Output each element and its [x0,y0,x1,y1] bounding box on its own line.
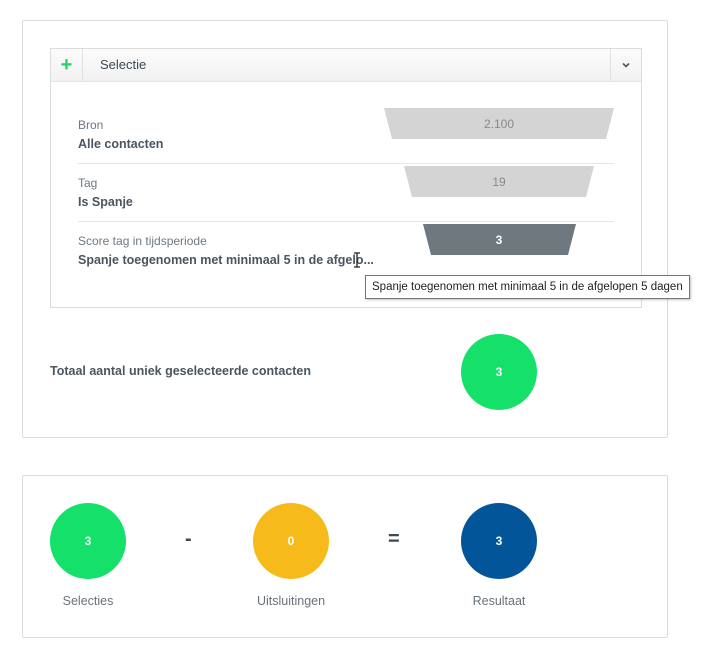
selection-header: + Selectie [51,49,641,82]
selections-label: Selecties [62,594,114,608]
exclusions-circle: 0 [253,503,329,579]
chevron-down-icon [622,62,630,68]
add-selection-button[interactable]: + [51,49,83,81]
funnel-count: 3 [496,233,503,247]
result-label: Resultaat [472,594,526,608]
exclusions-label: Uitsluitingen [256,594,326,608]
funnel-count: 2.100 [484,117,514,131]
summary-panel: 3 Selecties - 0 Uitsluitingen = 3 Result… [22,475,668,638]
total-label: Totaal aantal uniek geselecteerde contac… [50,364,311,378]
selections-count: 3 [84,534,92,548]
selection-panel: + Selectie Bron Alle contacten 2.100 Tag [22,20,668,438]
total-count-circle: 3 [461,334,537,410]
selections-circle: 3 [50,503,126,579]
selection-row-tag[interactable]: Tag Is Spanje 19 [78,164,614,222]
funnel-bar-score: 3 [423,224,576,255]
tooltip: Spanje toegenomen met minimaal 5 in de a… [365,275,690,299]
collapse-button[interactable] [610,49,641,81]
selection-rows: Bron Alle contacten 2.100 Tag Is Spanje … [78,106,614,280]
selection-box: + Selectie Bron Alle contacten 2.100 Tag [50,48,642,308]
plus-icon: + [60,53,73,76]
text-cursor-icon [354,252,360,268]
funnel-bar-tag: 19 [404,166,594,197]
total-count: 3 [495,365,503,379]
selection-title: Selectie [100,57,147,72]
tooltip-text: Spanje toegenomen met minimaal 5 in de a… [372,281,683,293]
selection-row-score[interactable]: Score tag in tijdsperiode Spanje toegeno… [78,222,614,280]
funnel-bar-bron: 2.100 [384,108,614,139]
result-count: 3 [495,534,503,548]
exclusions-count: 0 [287,534,295,548]
result-circle: 3 [461,503,537,579]
funnel-count: 19 [492,175,506,189]
selection-row-bron[interactable]: Bron Alle contacten 2.100 [78,106,614,164]
equals-sign: = [388,528,400,550]
minus-sign: - [185,528,192,550]
